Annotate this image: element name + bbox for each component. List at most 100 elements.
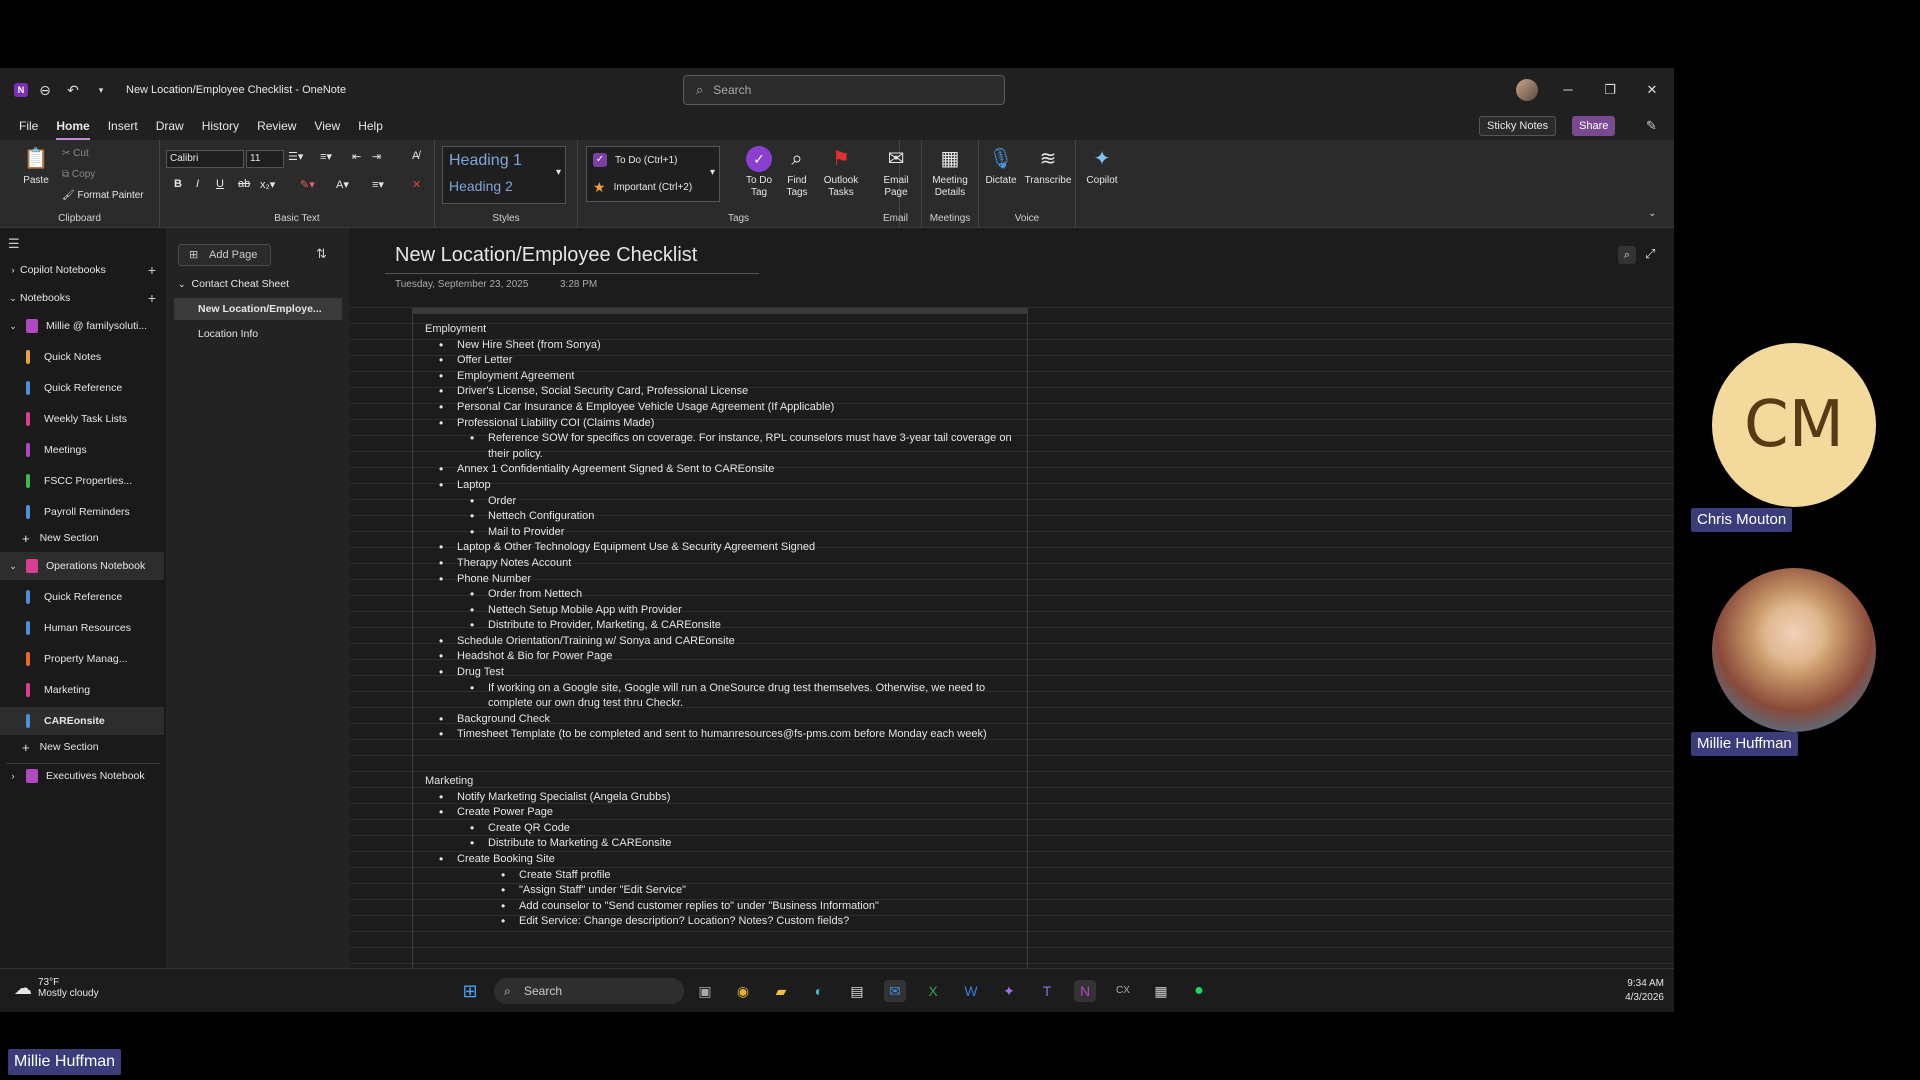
list-item[interactable]: Professional Liability COI (Claims Made) bbox=[425, 416, 1025, 432]
list-item[interactable]: Personal Car Insurance & Employee Vehicl… bbox=[425, 400, 1025, 416]
find-tags-button[interactable]: ⌕ Find Tags bbox=[779, 146, 815, 199]
sticky-notes-button[interactable]: Sticky Notes bbox=[1479, 116, 1557, 136]
section-human-resources[interactable]: Human Resources bbox=[0, 614, 164, 642]
paste-button[interactable]: 📋 Paste bbox=[16, 146, 56, 187]
list-item[interactable]: Annex 1 Confidentiality Agreement Signed… bbox=[425, 462, 1025, 478]
indent-icon[interactable]: ⇥ bbox=[372, 150, 381, 163]
align-icon[interactable]: ≡▾ bbox=[372, 178, 384, 191]
menu-view[interactable]: View bbox=[314, 112, 340, 140]
profile-avatar[interactable] bbox=[1516, 79, 1538, 101]
todo-tag-button[interactable]: ✓ To Do Tag bbox=[741, 146, 777, 199]
menu-draw[interactable]: Draw bbox=[156, 112, 184, 140]
system-clock[interactable]: 9:34 AM 4/3/2026 bbox=[1600, 977, 1664, 1005]
share-button[interactable]: Share bbox=[1572, 116, 1616, 136]
start-icon[interactable]: ⊞ bbox=[459, 980, 481, 1002]
format-painter-button[interactable]: 🖌 Format Painter bbox=[62, 190, 144, 201]
back-icon[interactable]: ⊖ bbox=[34, 79, 56, 101]
weather-widget[interactable]: ☁ 73°F Mostly cloudy bbox=[14, 977, 99, 999]
section-marketing[interactable]: Marketing bbox=[0, 676, 164, 704]
list-item[interactable]: Drug Test bbox=[425, 665, 1025, 681]
meeting-details-button[interactable]: ▦ Meeting Details bbox=[926, 146, 974, 199]
minimize-button[interactable]: ─ bbox=[1553, 78, 1583, 102]
add-icon[interactable]: + bbox=[148, 262, 156, 278]
list-item[interactable]: "Assign Staff" under "Edit Service" bbox=[425, 883, 1025, 899]
strikethrough-icon[interactable]: ab bbox=[238, 178, 250, 190]
list-item[interactable]: Create QR Code bbox=[425, 821, 1025, 837]
list-item[interactable]: Mail to Provider bbox=[425, 525, 1025, 541]
list-item[interactable]: Notify Marketing Specialist (Angela Grub… bbox=[425, 790, 1025, 806]
list-item[interactable]: Nettech Configuration bbox=[425, 509, 1025, 525]
list-item[interactable]: Add counselor to "Send customer replies … bbox=[425, 899, 1025, 915]
tag-important[interactable]: ★ Important (Ctrl+2) bbox=[593, 179, 692, 196]
notebooks-row[interactable]: ⌄ Notebooks + bbox=[0, 284, 164, 312]
delete-icon[interactable]: ✕ bbox=[412, 178, 421, 191]
taskbar-search[interactable]: ⌕ Search bbox=[494, 978, 684, 1004]
tags-expand-icon[interactable]: ▾ bbox=[710, 167, 715, 178]
store-icon[interactable]: ▤ bbox=[846, 980, 868, 1002]
notebook-millie[interactable]: ⌄ Millie @ familysoluti... bbox=[0, 312, 164, 340]
expand-icon[interactable]: ⤢ bbox=[1645, 246, 1655, 262]
task-view-icon[interactable]: ▣ bbox=[694, 980, 716, 1002]
list-item[interactable]: Order bbox=[425, 494, 1025, 510]
sort-icon[interactable]: ⇅ bbox=[316, 246, 327, 262]
transcribe-button[interactable]: ≋ Transcribe bbox=[1023, 146, 1073, 187]
tags-gallery[interactable]: ✓ To Do (Ctrl+1) ★ Important (Ctrl+2) ▾ bbox=[586, 146, 720, 202]
page-canvas[interactable]: New Location/Employee Checklist Tuesday,… bbox=[350, 228, 1674, 990]
section-fscc-properties[interactable]: FSCC Properties... bbox=[0, 467, 164, 495]
page-title[interactable]: New Location/Employee Checklist bbox=[395, 244, 697, 267]
list-item[interactable]: Phone Number bbox=[425, 572, 1025, 588]
section-property-management[interactable]: Property Manag... bbox=[0, 645, 164, 673]
app-icon[interactable]: CX bbox=[1112, 980, 1134, 1002]
style-heading-2[interactable]: Heading 2 bbox=[449, 178, 513, 194]
list-item[interactable]: Edit Service: Change description? Locati… bbox=[425, 914, 1025, 930]
cut-button[interactable]: ✂ Cut bbox=[62, 148, 89, 159]
copilot-notebooks-row[interactable]: › Copilot Notebooks + bbox=[0, 256, 164, 284]
list-item[interactable]: Offer Letter bbox=[425, 353, 1025, 369]
copilot-taskbar-icon[interactable]: ✦ bbox=[998, 980, 1020, 1002]
menu-help[interactable]: Help bbox=[358, 112, 383, 140]
list-item[interactable]: Timesheet Template (to be completed and … bbox=[425, 727, 1025, 743]
italic-icon[interactable]: I bbox=[196, 178, 199, 190]
list-item[interactable]: Laptop bbox=[425, 478, 1025, 494]
list-item[interactable]: Create Power Page bbox=[425, 805, 1025, 821]
list-item[interactable]: Reference SOW for specifics on coverage.… bbox=[425, 431, 1025, 462]
list-item[interactable]: Nettech Setup Mobile App with Provider bbox=[425, 603, 1025, 619]
list-item[interactable]: Headshot & Bio for Power Page bbox=[425, 649, 1025, 665]
section-quick-notes[interactable]: Quick Notes bbox=[0, 343, 164, 371]
list-item[interactable]: Schedule Orientation/Training w/ Sonya a… bbox=[425, 634, 1025, 650]
section-meetings[interactable]: Meetings bbox=[0, 436, 164, 464]
email-page-button[interactable]: ✉ Email Page bbox=[876, 146, 916, 199]
page-group-contact-cheat-sheet[interactable]: ⌄ Contact Cheat Sheet bbox=[174, 273, 342, 295]
list-item[interactable]: Distribute to Marketing & CAREonsite bbox=[425, 836, 1025, 852]
teams-icon[interactable]: T bbox=[1036, 980, 1058, 1002]
font-name-combo[interactable]: Calibri bbox=[166, 150, 244, 168]
list-item[interactable]: New Hire Sheet (from Sonya) bbox=[425, 338, 1025, 354]
tag-todo[interactable]: ✓ To Do (Ctrl+1) bbox=[593, 153, 678, 167]
list-item[interactable]: Employment Agreement bbox=[425, 369, 1025, 385]
new-section-row[interactable]: + New Section bbox=[0, 733, 164, 761]
subscript-icon[interactable]: x₂▾ bbox=[260, 178, 275, 191]
section-quick-reference[interactable]: Quick Reference bbox=[0, 374, 164, 402]
restore-button[interactable]: ❐ bbox=[1595, 78, 1625, 102]
list-item[interactable]: Order from Nettech bbox=[425, 587, 1025, 603]
excel-icon[interactable]: X bbox=[922, 980, 944, 1002]
chrome-icon[interactable]: ◉ bbox=[732, 980, 754, 1002]
list-item[interactable]: Create Staff profile bbox=[425, 868, 1025, 884]
file-explorer-icon[interactable]: ▰ bbox=[770, 980, 792, 1002]
copilot-button[interactable]: ✦ Copilot bbox=[1082, 146, 1122, 187]
section-payroll-reminders[interactable]: Payroll Reminders bbox=[0, 498, 164, 526]
outlook-tasks-button[interactable]: ⚑ Outlook Tasks bbox=[818, 146, 864, 199]
numbering-icon[interactable]: ≡▾ bbox=[320, 150, 332, 163]
outlook-icon[interactable]: ✉ bbox=[884, 980, 906, 1002]
close-button[interactable]: ✕ bbox=[1637, 78, 1667, 102]
styles-expand-icon[interactable]: ▾ bbox=[556, 167, 561, 178]
section-weekly-task-lists[interactable]: Weekly Task Lists bbox=[0, 405, 164, 433]
copy-button[interactable]: ⧉ Copy bbox=[62, 169, 95, 180]
list-item[interactable]: Driver's License, Social Security Card, … bbox=[425, 384, 1025, 400]
page-item-location-info[interactable]: Location Info bbox=[174, 323, 342, 345]
list-item[interactable]: If working on a Google site, Google will… bbox=[425, 681, 1025, 712]
note-content[interactable]: Employment New Hire Sheet (from Sonya)Of… bbox=[425, 322, 1025, 930]
menu-file[interactable]: File bbox=[19, 112, 38, 140]
outdent-icon[interactable]: ⇤ bbox=[352, 150, 361, 163]
word-icon[interactable]: W bbox=[960, 980, 982, 1002]
